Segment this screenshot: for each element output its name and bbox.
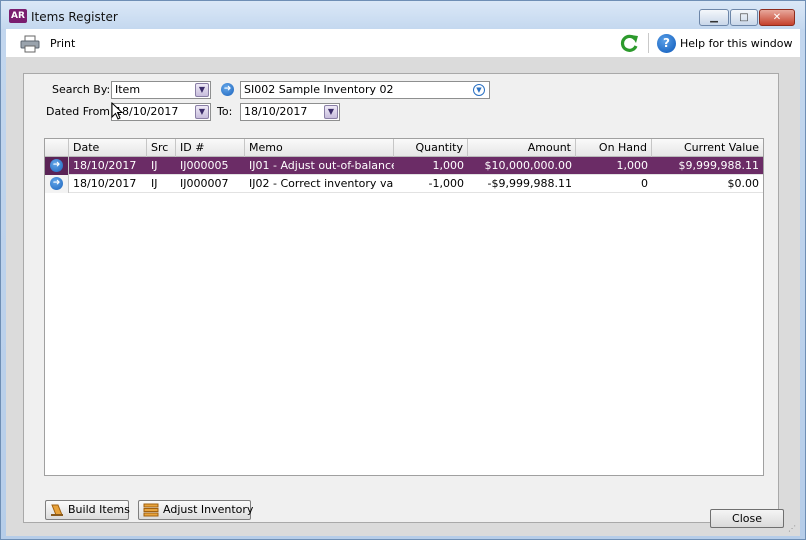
cell-src: IJ	[151, 159, 158, 172]
row-selector[interactable]: ➜	[45, 157, 69, 175]
help-link[interactable]: Help for this window	[680, 37, 793, 50]
calendar-dropdown-icon[interactable]: ▼	[324, 105, 338, 119]
client-area: Print ? Help for this window Search By: …	[6, 29, 800, 536]
print-button[interactable]: Print	[50, 37, 75, 50]
row-selector-header	[45, 139, 69, 157]
to-label: To:	[217, 105, 233, 118]
cell-memo: IJ02 - Correct inventory value	[249, 177, 394, 190]
adjust-inventory-icon	[143, 503, 159, 517]
cell-current-value: $9,999,988.11	[678, 159, 759, 172]
item-value: SI002 Sample Inventory 02	[244, 83, 394, 96]
chevron-down-icon[interactable]: ▼	[195, 83, 209, 97]
cell-quantity: -1,000	[428, 177, 464, 190]
toolbar: Print ? Help for this window	[6, 29, 800, 57]
content-area: Search By: Item ▼ ➜ SI002 Sample Invento…	[6, 57, 800, 536]
search-by-value: Item	[115, 83, 141, 96]
cell-memo: IJ01 - Adjust out-of-balance i	[249, 159, 394, 172]
cell-id: IJ000005	[180, 159, 229, 172]
arrow-right-icon[interactable]: ➜	[50, 177, 63, 190]
cell-amount: -$9,999,988.11	[487, 177, 572, 190]
resize-grip-icon[interactable]: ⋰	[788, 524, 798, 534]
chevron-down-icon[interactable]: ▼	[473, 84, 485, 96]
row-selector[interactable]: ➜	[45, 175, 69, 193]
cell-amount: $10,000,000.00	[484, 159, 572, 172]
register-panel: Search By: Item ▼ ➜ SI002 Sample Invento…	[23, 73, 779, 523]
item-select[interactable]: SI002 Sample Inventory 02 ▼	[240, 81, 490, 99]
column-header-quantity[interactable]: Quantity	[394, 139, 468, 157]
cell-on-hand: 1,000	[616, 159, 649, 172]
dated-from-value: 18/10/2017	[115, 105, 179, 118]
build-items-button[interactable]: Build Items	[45, 500, 130, 520]
column-header-memo[interactable]: Memo	[245, 139, 394, 157]
calendar-dropdown-icon[interactable]: ▼	[195, 105, 209, 119]
column-header-id[interactable]: ID #	[176, 139, 245, 157]
arrow-right-icon[interactable]: ➜	[50, 159, 63, 172]
cell-quantity: 1,000	[432, 159, 465, 172]
arrow-right-icon[interactable]: ➜	[221, 83, 234, 96]
build-items-label: Build Items	[68, 503, 130, 516]
grid-header: Date Src ID # Memo Quantity Amount On Ha…	[45, 139, 763, 157]
cell-current-value: $0.00	[727, 177, 760, 190]
maximize-button[interactable]: □	[730, 9, 758, 26]
build-items-icon	[51, 504, 63, 516]
column-header-current-value[interactable]: Current Value	[652, 139, 763, 157]
column-header-amount[interactable]: Amount	[468, 139, 576, 157]
adjust-inventory-button[interactable]: Adjust Inventory	[138, 500, 254, 520]
minimize-button[interactable]: ▁	[699, 9, 729, 26]
dated-from-label: Dated From:	[46, 105, 114, 118]
printer-icon[interactable]	[20, 35, 40, 53]
window-title: Items Register	[31, 10, 118, 24]
app-logo-icon: AR	[9, 9, 27, 23]
cell-on-hand: 0	[641, 177, 648, 190]
to-date-value: 18/10/2017	[244, 105, 308, 118]
table-row[interactable]: ➜ 18/10/2017 IJ IJ000007 IJ02 - Correct …	[45, 175, 763, 193]
column-header-on-hand[interactable]: On Hand	[576, 139, 652, 157]
cell-date: 18/10/2017	[73, 177, 137, 190]
to-date-field[interactable]: 18/10/2017 ▼	[240, 103, 340, 121]
adjust-inventory-label: Adjust Inventory	[163, 503, 254, 516]
help-icon[interactable]: ?	[657, 34, 676, 53]
toolbar-separator	[648, 33, 649, 53]
cell-date: 18/10/2017	[73, 159, 137, 172]
close-button[interactable]: Close	[710, 509, 784, 528]
column-header-date[interactable]: Date	[69, 139, 147, 157]
items-register-window: AR Items Register ▁ □ ✕ Print ? Help for…	[0, 0, 806, 540]
mouse-cursor-icon	[111, 102, 123, 120]
title-bar: AR Items Register ▁ □ ✕	[1, 1, 805, 29]
cell-id: IJ000007	[180, 177, 229, 190]
register-grid[interactable]: Date Src ID # Memo Quantity Amount On Ha…	[44, 138, 764, 476]
refresh-icon[interactable]	[618, 33, 640, 55]
column-header-src[interactable]: Src	[147, 139, 176, 157]
cell-src: IJ	[151, 177, 158, 190]
search-by-select[interactable]: Item ▼	[111, 81, 211, 99]
table-row[interactable]: ➜ 18/10/2017 IJ IJ000005 IJ01 - Adjust o…	[45, 157, 763, 175]
dated-from-field[interactable]: 18/10/2017 ▼	[111, 103, 211, 121]
search-by-label: Search By:	[52, 83, 111, 96]
close-window-button[interactable]: ✕	[759, 9, 795, 26]
